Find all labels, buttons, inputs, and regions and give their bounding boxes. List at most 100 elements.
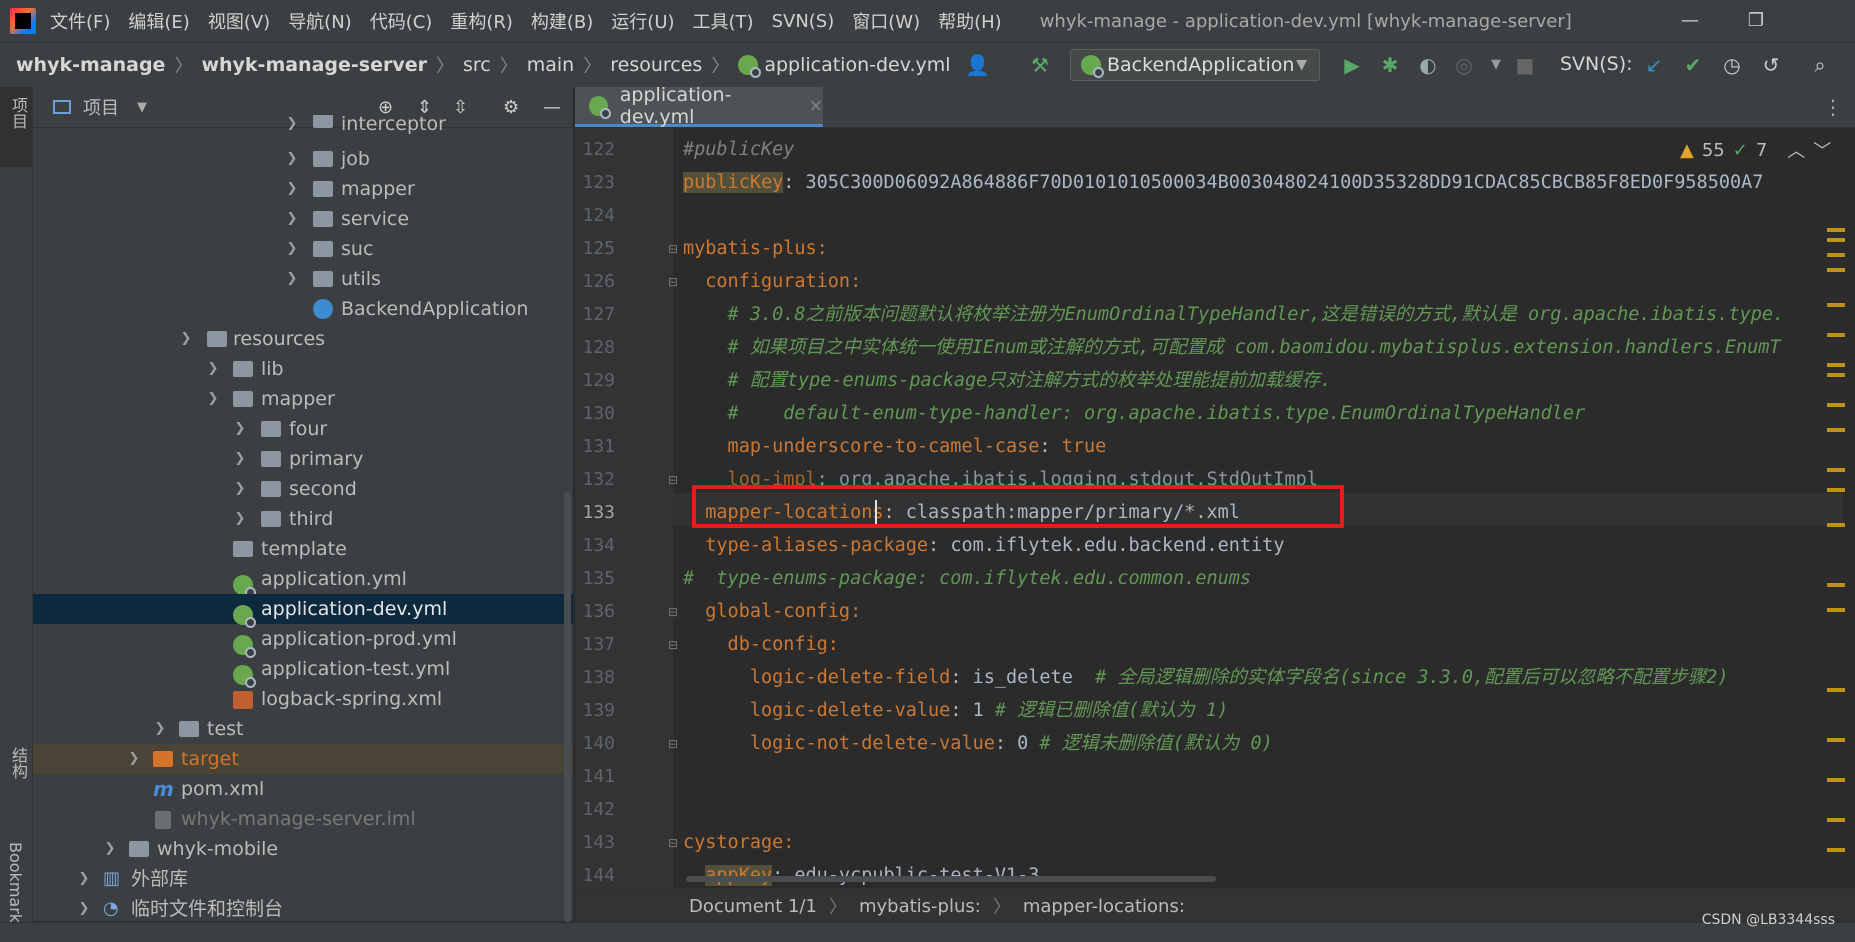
code-line: logic-delete-field: is_delete # 全局逻辑删除的实… — [683, 667, 1729, 688]
close-window-icon[interactable] — [1789, 0, 1855, 42]
tree-item-template[interactable]: template — [33, 534, 573, 564]
tree-item-target[interactable]: ❯ target — [33, 744, 573, 774]
code-line: logic-not-delete-value: 0 # 逻辑未删除值(默认为 0… — [683, 733, 1273, 754]
line-number: 131 — [582, 436, 615, 457]
fold-icon[interactable]: ⊟ — [668, 836, 678, 850]
error-stripe[interactable] — [1827, 128, 1855, 888]
code-line: configuration: — [683, 271, 862, 292]
menu-svn[interactable]: SVN(S) — [772, 11, 835, 32]
line-number: 129 — [582, 370, 615, 391]
fold-icon[interactable]: ⊟ — [668, 275, 678, 289]
tree-item-resources[interactable]: ❯ resources — [33, 324, 573, 354]
more-run-chevron-icon[interactable]: ▼ — [1484, 53, 1508, 77]
project-scrollbar[interactable] — [564, 492, 571, 922]
tree-item-interceptor[interactable]: ❯ interceptor — [33, 115, 573, 139]
crumb-module[interactable]: whyk-manage-server — [201, 54, 427, 76]
crumb-file[interactable]: application-dev.yml — [764, 54, 950, 76]
code-line: logic-delete-value: 1 # 逻辑已删除值(默认为 1) — [683, 700, 1229, 721]
profile-icon[interactable]: ◎ — [1452, 53, 1476, 77]
fold-icon[interactable]: ⊟ — [668, 473, 678, 487]
tree-item-primary[interactable]: ❯ primary — [33, 444, 573, 474]
tree-item-suc[interactable]: ❯ suc — [33, 234, 573, 264]
user-icon[interactable]: 👤 — [965, 53, 990, 77]
run-icon[interactable]: ▶ — [1340, 53, 1364, 77]
tree-item-test[interactable]: ❯ test — [33, 714, 573, 744]
restore-icon[interactable]: ❐ — [1723, 0, 1789, 42]
fold-icon[interactable]: ⊟ — [668, 605, 678, 619]
tree-item-application-yml[interactable]: application.yml — [33, 564, 573, 598]
more-tabs-icon[interactable]: ⋮ — [1823, 95, 1843, 119]
bookmarks-tool-tab[interactable]: Bookmarks — [6, 842, 25, 931]
yaml-key: publicKey — [683, 172, 784, 193]
breadcrumb-mapper-locations[interactable]: mapper-locations: — [1023, 896, 1185, 917]
svn-update-icon[interactable]: ↙ — [1642, 53, 1666, 77]
tree-item-backendapplication[interactable]: BackendApplication — [33, 294, 573, 324]
breadcrumb-mybatis-plus[interactable]: mybatis-plus: — [859, 896, 981, 917]
line-number-current: 133 — [582, 502, 615, 523]
stop-icon[interactable]: ■ — [1513, 53, 1537, 77]
tree-item-mapper-res[interactable]: ❯ mapper — [33, 384, 573, 414]
horizontal-scrollbar[interactable] — [686, 876, 1216, 882]
history-icon[interactable]: ◷ — [1720, 53, 1744, 77]
minimize-icon[interactable]: — — [1657, 0, 1723, 42]
fold-icon[interactable]: ⊟ — [668, 737, 678, 751]
folder-icon — [313, 241, 333, 257]
menu-help[interactable]: 帮助(H) — [938, 8, 1002, 34]
menu-refactor[interactable]: 重构(R) — [450, 8, 513, 34]
crumb-project[interactable]: whyk-manage — [16, 54, 165, 76]
tree-item-scratches[interactable]: ❯ ◔ 临时文件和控制台 — [33, 894, 573, 924]
fold-icon[interactable]: ⊟ — [668, 242, 678, 256]
svn-label: SVN(S): — [1560, 53, 1633, 75]
coverage-icon[interactable]: ◐ — [1416, 53, 1440, 77]
tree-item-iml[interactable]: whyk-manage-server.iml — [33, 804, 573, 834]
tree-item-four[interactable]: ❯ four — [33, 414, 573, 444]
folder-icon — [261, 421, 281, 437]
menu-build[interactable]: 构建(B) — [531, 8, 593, 34]
debug-icon[interactable]: ✱ — [1378, 53, 1402, 77]
crumb-resources[interactable]: resources — [610, 54, 702, 76]
menu-view[interactable]: 视图(V) — [208, 8, 270, 34]
tree-item-third[interactable]: ❯ third — [33, 504, 573, 534]
crumb-main[interactable]: main — [527, 54, 574, 76]
breadcrumb-document[interactable]: Document 1/1 — [689, 896, 817, 917]
svn-commit-icon[interactable]: ✔ — [1681, 53, 1705, 77]
structure-tool-tab[interactable]: 结构 — [6, 747, 30, 779]
search-icon[interactable]: ⌕ — [1808, 53, 1832, 77]
tree-item-application-test-yml[interactable]: application-test.yml — [33, 654, 573, 688]
menu-window[interactable]: 窗口(W) — [852, 8, 920, 34]
status-bar — [0, 922, 1855, 942]
line-number: 142 — [582, 799, 615, 820]
menu-run[interactable]: 运行(U) — [611, 8, 674, 34]
tree-item-external-libs[interactable]: ❯ ▥ 外部库 — [33, 864, 573, 894]
tree-item-utils[interactable]: ❯ utils — [33, 264, 573, 294]
crumb-src[interactable]: src — [463, 54, 491, 76]
tab-application-dev-yml[interactable]: application-dev.yml × — [575, 84, 823, 128]
fold-icon[interactable]: ⊟ — [668, 638, 678, 652]
build-hammer-icon[interactable]: ⚒ — [1028, 53, 1052, 77]
code-comment-line: # type-enums-package: com.iflytek.edu.co… — [683, 568, 1252, 589]
tree-item-application-prod-yml[interactable]: application-prod.yml — [33, 624, 573, 658]
folder-icon — [233, 391, 253, 407]
run-config-selector[interactable]: BackendApplication ▼ — [1070, 49, 1320, 81]
tree-item-pom[interactable]: m pom.xml — [33, 774, 573, 804]
menu-tools[interactable]: 工具(T) — [693, 8, 754, 34]
menu-edit[interactable]: 编辑(E) — [128, 8, 189, 34]
tree-item-whyk-mobile[interactable]: ❯ whyk-mobile — [33, 834, 573, 864]
menu-code[interactable]: 代码(C) — [370, 8, 433, 34]
tree-item-second[interactable]: ❯ second — [33, 474, 573, 504]
menu-navigate[interactable]: 导航(N) — [288, 8, 352, 34]
folder-icon — [261, 451, 281, 467]
tree-item-mapper[interactable]: ❯ mapper — [33, 174, 573, 204]
tree-item-application-dev-yml[interactable]: application-dev.yml — [33, 594, 573, 628]
window-title: whyk-manage - application-dev.yml [whyk-… — [1039, 10, 1572, 32]
rollback-icon[interactable]: ↺ — [1759, 53, 1783, 77]
tree-item-lib[interactable]: ❯ lib — [33, 354, 573, 384]
tree-item-logback-xml[interactable]: logback-spring.xml — [33, 684, 573, 714]
chevron-down-icon[interactable]: ▼ — [137, 100, 147, 115]
tree-item-job[interactable]: ❯ job — [33, 144, 573, 174]
close-tab-icon[interactable]: × — [809, 96, 823, 116]
project-tool-tab[interactable]: 项目 — [6, 97, 30, 129]
menu-file[interactable]: 文件(F) — [50, 8, 110, 34]
tree-item-service[interactable]: ❯ service — [33, 204, 573, 234]
yaml-value: : 305C300D06092A864886F70D0101010500034B… — [783, 172, 1764, 193]
